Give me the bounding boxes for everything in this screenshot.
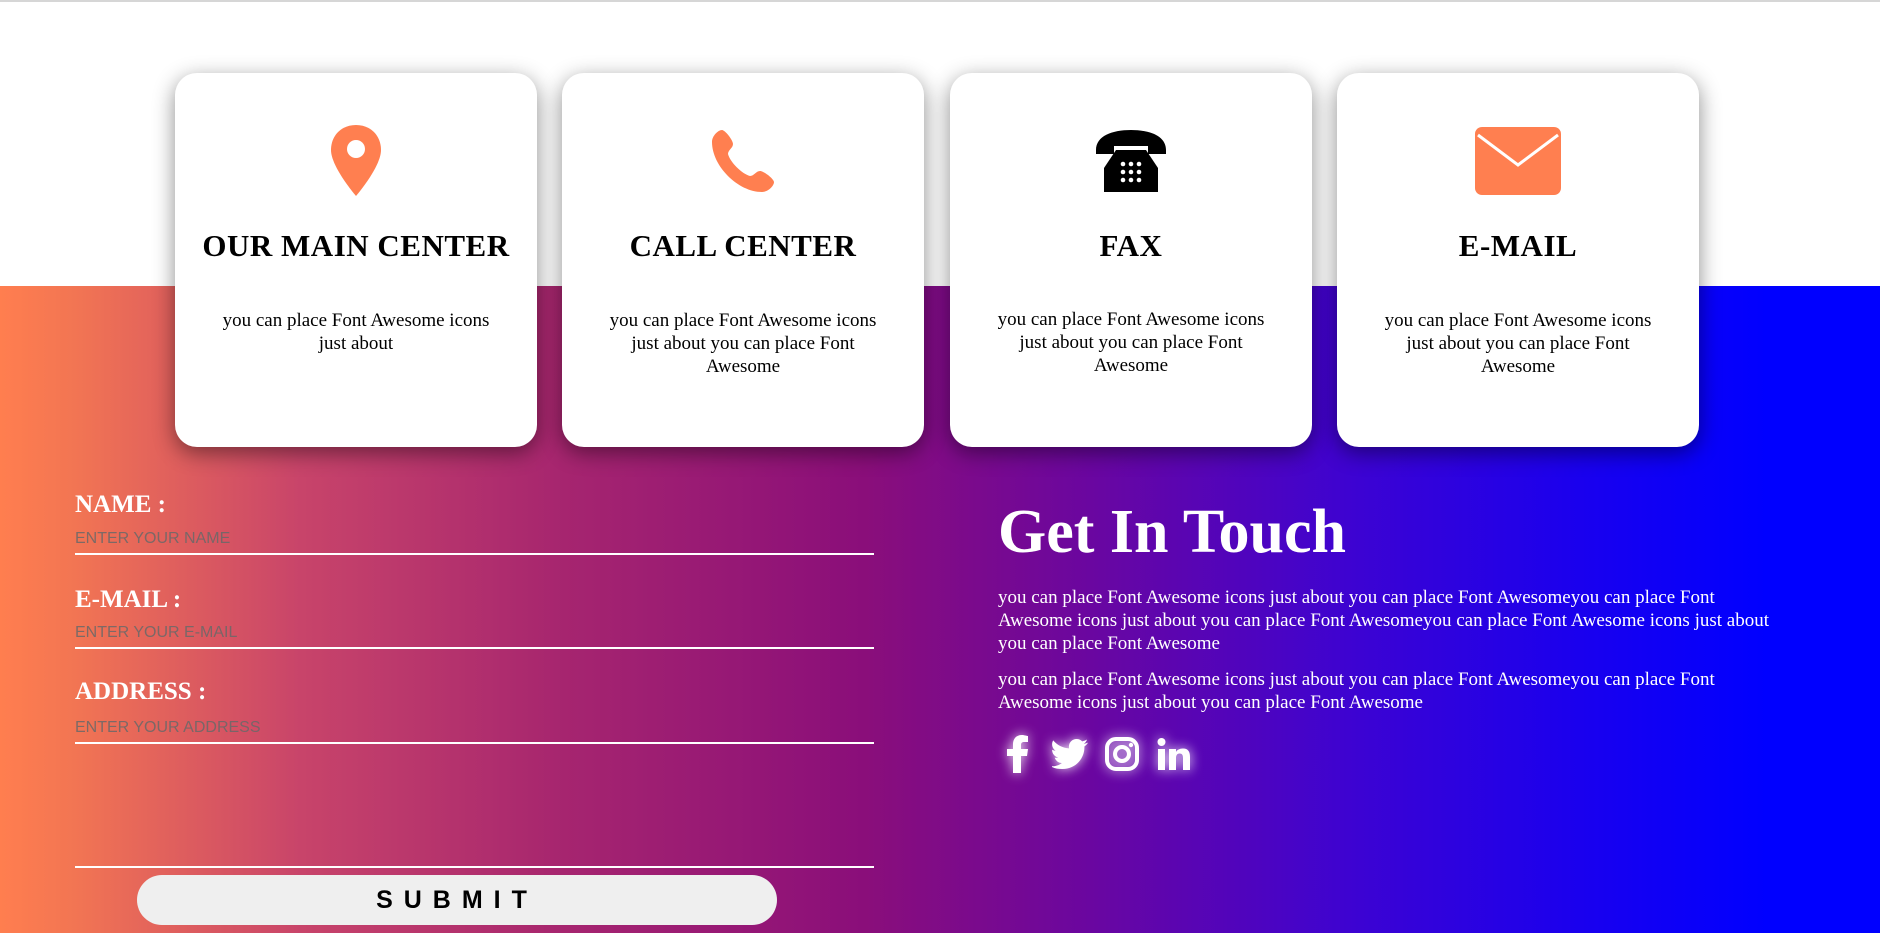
top-divider	[0, 0, 1880, 2]
card-title: CALL CENTER	[629, 228, 857, 263]
card-title: OUR MAIN CENTER	[202, 228, 510, 263]
name-field	[75, 525, 874, 555]
email-label: E-MAIL :	[75, 586, 182, 613]
card-main-center: OUR MAIN CENTER you can place Font Aweso…	[175, 73, 537, 447]
linkedin-icon[interactable]	[1154, 734, 1194, 774]
message-field-underline	[75, 866, 874, 868]
social-links	[998, 734, 1194, 774]
instagram-icon[interactable]	[1102, 734, 1142, 774]
map-marker-icon	[175, 123, 537, 198]
facebook-icon[interactable]	[998, 734, 1038, 774]
get-in-touch-title: Get In Touch	[998, 498, 1347, 566]
card-title: E-MAIL	[1458, 228, 1578, 263]
email-input[interactable]	[75, 620, 874, 646]
fax-icon	[950, 123, 1312, 198]
card-text: you can place Font Awesome icons just ab…	[222, 310, 490, 354]
get-in-touch-paragraph-2: you can place Font Awesome icons just ab…	[998, 669, 1715, 713]
card-email: E-MAIL you can place Font Awesome icons …	[1337, 73, 1699, 447]
phone-icon	[562, 123, 924, 198]
card-text: you can place Font Awesome icons just ab…	[997, 309, 1265, 376]
name-input[interactable]	[75, 526, 874, 552]
submit-button[interactable]: SUBMIT	[137, 875, 777, 925]
card-fax: FAX you can place Font Awesome icons jus…	[950, 73, 1312, 447]
card-call-center: CALL CENTER you can place Font Awesome i…	[562, 73, 924, 447]
address-label: ADDRESS :	[75, 678, 207, 705]
email-field	[75, 619, 874, 649]
address-input[interactable]	[75, 715, 874, 741]
get-in-touch-section: Get In Touch you can place Font Awesome …	[998, 492, 1778, 773]
get-in-touch-paragraph-1: you can place Font Awesome icons just ab…	[998, 587, 1769, 654]
address-field	[75, 714, 874, 744]
name-label: NAME :	[75, 491, 166, 518]
card-title: FAX	[1099, 228, 1163, 263]
card-text: you can place Font Awesome icons just ab…	[609, 310, 877, 377]
twitter-icon[interactable]	[1050, 734, 1090, 774]
card-text: you can place Font Awesome icons just ab…	[1384, 310, 1652, 377]
envelope-icon	[1337, 123, 1699, 198]
